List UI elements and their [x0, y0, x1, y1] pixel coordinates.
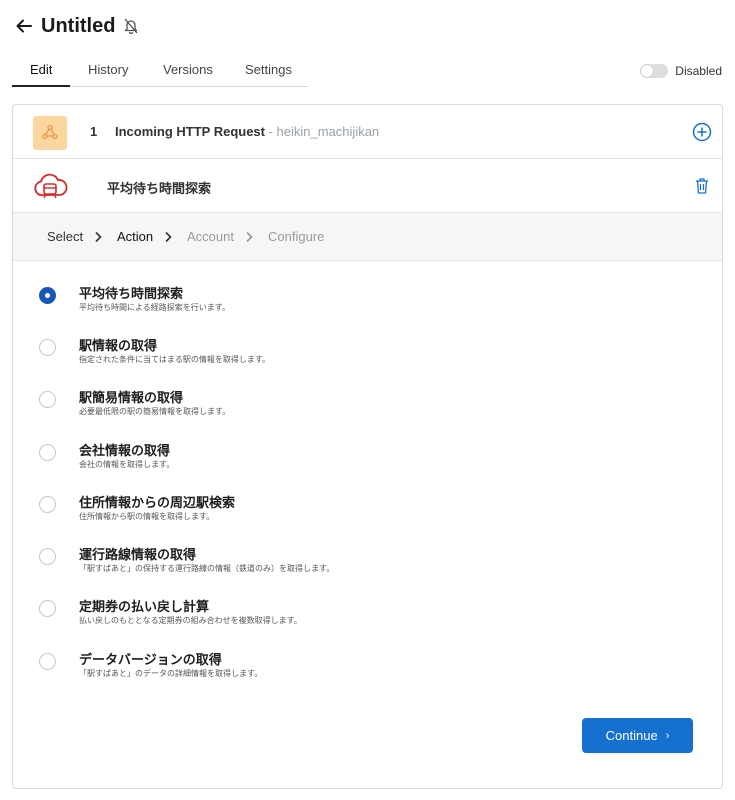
radio-unselected[interactable]	[39, 600, 56, 617]
chevron-right-icon: ›	[665, 729, 670, 742]
tab-settings[interactable]: Settings	[245, 62, 292, 77]
tab-edit[interactable]: Edit	[30, 62, 52, 77]
option-description: 住所情報から駅の情報を取得します。	[79, 512, 215, 521]
continue-label: Continue	[605, 728, 658, 743]
option-title: 会社情報の取得	[79, 443, 171, 458]
radio-unselected[interactable]	[39, 339, 56, 356]
tab-history[interactable]: History	[88, 62, 128, 77]
action-option[interactable]: 駅情報の取得 指定された条件に当てはまる駅の情報を取得します。	[13, 313, 722, 364]
option-description: 指定された条件に当てはまる駅の情報を取得します。	[79, 355, 271, 364]
radio-unselected[interactable]	[39, 444, 56, 461]
option-title: 定期券の払い戻し計算	[79, 599, 210, 614]
option-description: 「駅すぱあと」のデータの詳細情報を取得します。	[79, 669, 263, 678]
toggle-knob	[641, 65, 654, 77]
option-description: 「駅すぱあと」の保持する運行路線の情報（鉄道のみ）を取得します。	[79, 564, 335, 573]
action-option[interactable]: 平均待ち時間探索 平均待ち時間による経路探索を行います。	[13, 261, 722, 312]
page-title[interactable]: Untitled	[41, 15, 115, 38]
active-tab-indicator	[12, 85, 70, 87]
action-option[interactable]: データバージョンの取得 「駅すぱあと」のデータの詳細情報を取得します。	[13, 627, 722, 678]
plus-circle-icon[interactable]	[692, 122, 712, 142]
breadcrumb-configure[interactable]: Configure	[268, 229, 324, 244]
chevron-right-icon	[93, 230, 103, 243]
breadcrumb-select[interactable]: Select	[47, 229, 83, 244]
option-description: 会社の情報を取得します。	[79, 460, 175, 469]
radio-unselected[interactable]	[39, 496, 56, 513]
option-title: 駅簡易情報の取得	[79, 390, 184, 405]
action-option[interactable]: 駅簡易情報の取得 必要最低限の駅の簡易情報を取得します。	[13, 365, 722, 416]
toggle-label: Disabled	[675, 64, 722, 78]
action-step-title: 平均待ち時間探索	[107, 181, 212, 196]
trigger-step[interactable]: 1 Incoming HTTP Request - heikin_machiji…	[13, 105, 722, 159]
radio-dot	[45, 293, 50, 298]
enable-toggle[interactable]	[640, 64, 669, 78]
radio-unselected[interactable]	[39, 653, 56, 670]
tab-versions[interactable]: Versions	[163, 62, 213, 77]
option-description: 払い戻しのもととなる定期券の組み合わせを複数取得します。	[79, 616, 302, 625]
action-step[interactable]: 平均待ち時間探索	[13, 159, 722, 213]
radio-unselected[interactable]	[39, 548, 56, 565]
chevron-right-icon	[244, 230, 254, 243]
radio-selected[interactable]	[39, 287, 56, 304]
breadcrumb: Select Action Account Configure	[13, 213, 722, 261]
option-title: 駅情報の取得	[79, 338, 158, 353]
train-cloud-icon	[31, 173, 69, 201]
step-number: 1	[90, 124, 98, 139]
webhook-icon	[33, 116, 67, 150]
trigger-title-text: Incoming HTTP Request	[115, 124, 265, 139]
action-option[interactable]: 住所情報からの周辺駅検索 住所情報から駅の情報を取得します。	[13, 470, 722, 521]
option-title: データバージョンの取得	[79, 652, 222, 667]
option-title: 運行路線情報の取得	[79, 547, 197, 562]
bell-off-icon[interactable]	[122, 17, 140, 35]
continue-button[interactable]: Continue ›	[582, 718, 693, 753]
action-option[interactable]: 運行路線情報の取得 「駅すぱあと」の保持する運行路線の情報（鉄道のみ）を取得しま…	[13, 522, 722, 573]
enable-toggle-group: Disabled	[640, 64, 722, 78]
chevron-right-icon	[163, 230, 173, 243]
radio-unselected[interactable]	[39, 391, 56, 408]
option-title: 住所情報からの周辺駅検索	[79, 495, 236, 510]
trigger-step-title: Incoming HTTP Request - heikin_machijika…	[115, 124, 379, 139]
option-title: 平均待ち時間探索	[79, 286, 184, 301]
arrow-left-icon[interactable]	[14, 16, 34, 36]
trash-icon[interactable]	[694, 177, 710, 195]
action-option[interactable]: 定期券の払い戻し計算 払い戻しのもととなる定期券の組み合わせを複数取得します。	[13, 574, 722, 625]
option-description: 必要最低限の駅の簡易情報を取得します。	[79, 407, 231, 416]
action-option[interactable]: 会社情報の取得 会社の情報を取得します。	[13, 418, 722, 469]
breadcrumb-action[interactable]: Action	[117, 229, 153, 244]
breadcrumb-account[interactable]: Account	[187, 229, 234, 244]
option-description: 平均待ち時間による経路探索を行います。	[79, 303, 230, 312]
workflow-panel: 1 Incoming HTTP Request - heikin_machiji…	[12, 104, 723, 789]
trigger-subtitle: - heikin_machijikan	[265, 124, 380, 139]
page-header: Untitled	[14, 12, 140, 40]
tab-bar: Edit History Versions Settings	[12, 54, 308, 87]
